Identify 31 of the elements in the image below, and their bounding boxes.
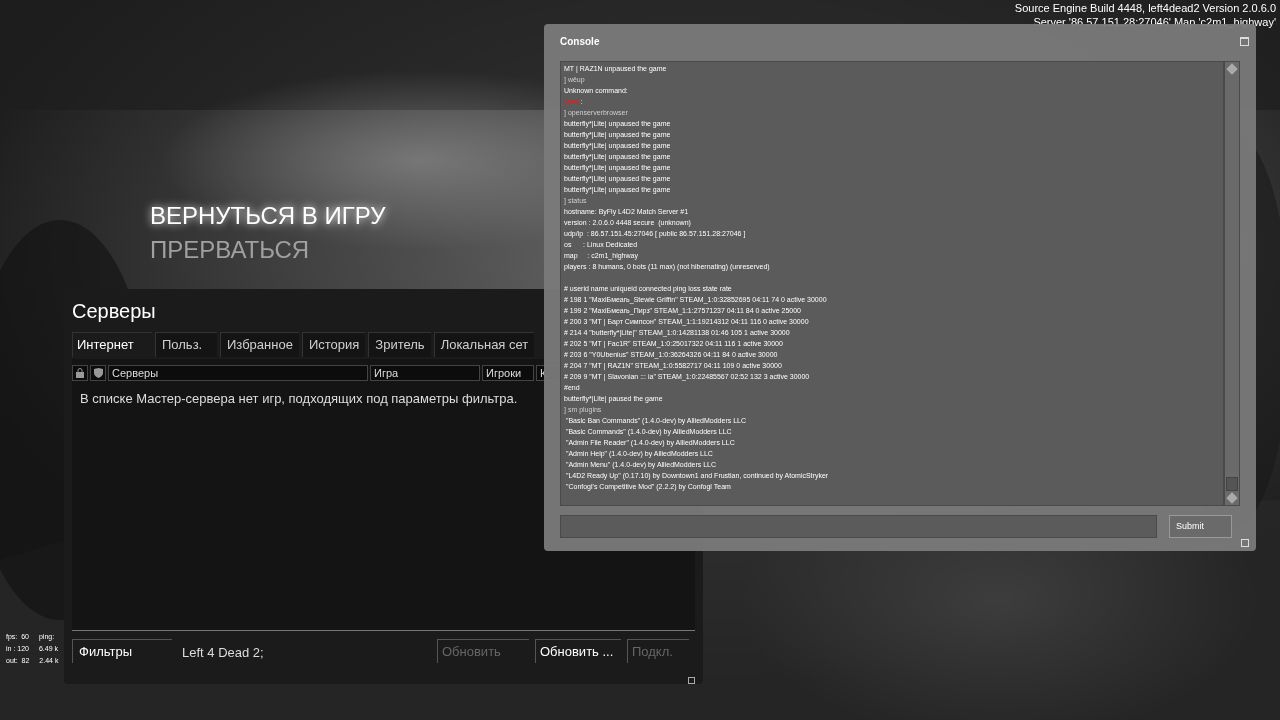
shield-icon	[93, 368, 103, 378]
maximize-icon[interactable]	[1240, 36, 1249, 46]
window-title: Console	[560, 34, 600, 49]
engine-info: Source Engine Build 4448, left4dead2 Version 2.0.6.0	[1014, 1, 1276, 15]
scroll-up-icon[interactable]	[1226, 63, 1238, 75]
scroll-thumb[interactable]	[1226, 477, 1238, 491]
filter-summary: Left 4 Dead 2;	[182, 644, 264, 662]
menu-item[interactable]: ПРЕРВАТЬСЯ	[150, 234, 310, 266]
tab[interactable]: Локальная сет	[433, 332, 535, 357]
action-button[interactable]: Обновить ...	[535, 639, 621, 663]
menu-item[interactable]: ВЕРНУТЬСЯ В ИГРУ	[150, 200, 386, 232]
resize-icon[interactable]	[688, 677, 695, 684]
window-title: Серверы	[72, 299, 156, 324]
column-header[interactable]: Серверы	[108, 365, 368, 381]
tab[interactable]: Зритель	[368, 332, 431, 357]
column-header[interactable]: Игроки	[482, 365, 534, 381]
filters-button[interactable]: Фильтры	[72, 639, 172, 663]
tab[interactable]: История	[301, 332, 366, 357]
command-input[interactable]	[560, 515, 1157, 538]
column-header[interactable]	[72, 365, 88, 381]
scroll-down-icon[interactable]	[1226, 492, 1238, 504]
column-header[interactable]: Игра	[370, 365, 480, 381]
engine-info: Server '86.57.151.28:27046' Map 'c2m1_highway'	[1033, 15, 1276, 29]
column-header[interactable]	[90, 365, 106, 381]
submit-button[interactable]: Submit	[1169, 515, 1232, 538]
tab[interactable]: Польз.	[155, 332, 217, 357]
tab[interactable]: Избранное	[220, 332, 299, 357]
tab[interactable]: Интернет	[72, 332, 152, 357]
empty-list-message: В списке Мастер-сервера нет игр, подходящих под параметры фильтра.	[80, 390, 518, 408]
scrollbar[interactable]	[1224, 61, 1240, 506]
lock-icon	[76, 368, 84, 378]
